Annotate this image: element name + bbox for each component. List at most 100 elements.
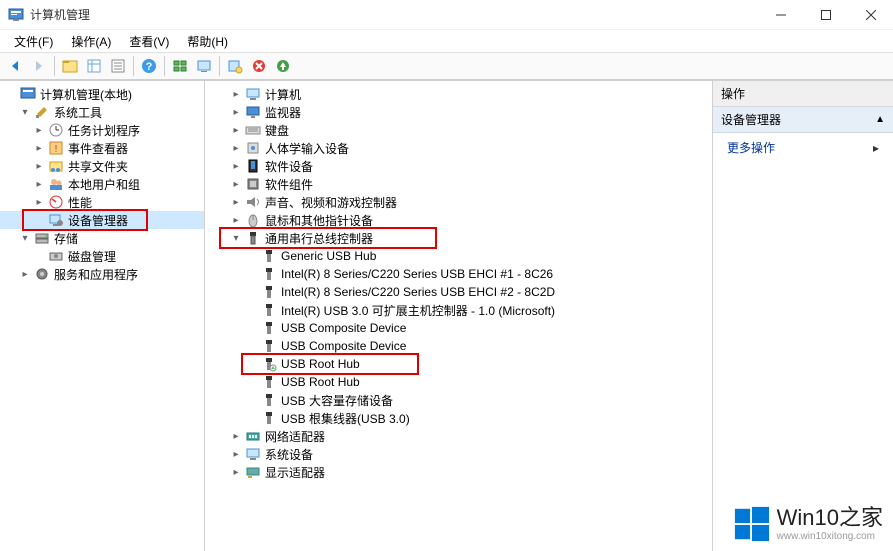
device-tree-pane[interactable]: ▸ 计算机 ▸监视器 ▸键盘 ▸人体学输入设备 ▸软件设备 ▸软件组件 ▸声音、视… bbox=[205, 81, 713, 551]
chevron-right-icon[interactable]: ▸ bbox=[32, 141, 46, 155]
mouse-icon bbox=[245, 212, 261, 228]
chevron-right-icon[interactable]: ▸ bbox=[229, 159, 243, 173]
tree-services[interactable]: ▸ 服务和应用程序 bbox=[0, 265, 204, 283]
dev-software[interactable]: ▸软件设备 bbox=[205, 157, 712, 175]
usb-root-hub-2[interactable]: USB Root Hub bbox=[205, 373, 712, 391]
tree-performance[interactable]: ▸ 性能 bbox=[0, 193, 204, 211]
usb-intel-xhci[interactable]: Intel(R) USB 3.0 可扩展主机控制器 - 1.0 (Microso… bbox=[205, 301, 712, 319]
update-button[interactable] bbox=[272, 55, 294, 77]
chevron-down-icon[interactable] bbox=[4, 87, 18, 101]
up-button[interactable] bbox=[59, 55, 81, 77]
tree-services-label: 服务和应用程序 bbox=[54, 266, 138, 283]
chevron-right-icon[interactable]: ▸ bbox=[229, 105, 243, 119]
tree-device-manager[interactable]: 设备管理器 bbox=[0, 211, 204, 229]
hid-icon bbox=[245, 140, 261, 156]
actions-more[interactable]: 更多操作 ▸ bbox=[713, 133, 893, 162]
close-button[interactable] bbox=[848, 0, 893, 30]
tree-system-tools-label: 系统工具 bbox=[54, 104, 102, 121]
dev-label: 系统设备 bbox=[265, 446, 313, 463]
chevron-right-icon[interactable]: ▸ bbox=[229, 447, 243, 461]
chevron-right-icon[interactable]: ▸ bbox=[18, 267, 32, 281]
maximize-button[interactable] bbox=[803, 0, 848, 30]
tree-disk-management-label: 磁盘管理 bbox=[68, 248, 116, 265]
chevron-down-icon[interactable]: ▾ bbox=[18, 231, 32, 245]
tree-disk-management[interactable]: 磁盘管理 bbox=[0, 247, 204, 265]
tree-system-tools[interactable]: ▾ 系统工具 bbox=[0, 103, 204, 121]
minimize-button[interactable] bbox=[758, 0, 803, 30]
tree-local-users[interactable]: ▸ 本地用户和组 bbox=[0, 175, 204, 193]
dev-system[interactable]: ▸ 系统设备 bbox=[205, 445, 712, 463]
chevron-right-icon[interactable]: ▸ bbox=[32, 195, 46, 209]
dev-display[interactable]: ▸显示适配器 bbox=[205, 463, 712, 481]
title-bar: 计算机管理 bbox=[0, 0, 893, 30]
toolbar-separator bbox=[219, 56, 220, 76]
performance-icon bbox=[48, 194, 64, 210]
tree-task-scheduler[interactable]: ▸ 任务计划程序 bbox=[0, 121, 204, 139]
usb-icon bbox=[261, 338, 277, 354]
dev-monitor[interactable]: ▸监视器 bbox=[205, 103, 712, 121]
tree-shared-folders[interactable]: ▸ 共享文件夹 bbox=[0, 157, 204, 175]
chevron-right-icon[interactable]: ▸ bbox=[32, 177, 46, 191]
usb-root-hub-1[interactable]: USB Root Hub bbox=[205, 355, 712, 373]
tree-storage[interactable]: ▾ 存储 bbox=[0, 229, 204, 247]
keyboard-icon bbox=[245, 122, 261, 138]
chevron-right-icon[interactable]: ▸ bbox=[229, 87, 243, 101]
chevron-right-icon[interactable]: ▸ bbox=[229, 213, 243, 227]
tree-local-users-label: 本地用户和组 bbox=[68, 176, 140, 193]
help-button[interactable]: ? bbox=[138, 55, 160, 77]
chevron-down-icon[interactable]: ▾ bbox=[18, 105, 32, 119]
dev-network[interactable]: ▸网络适配器 bbox=[205, 427, 712, 445]
usb-composite-1[interactable]: USB Composite Device bbox=[205, 319, 712, 337]
chevron-right-icon[interactable]: ▸ bbox=[229, 123, 243, 137]
dev-label: 计算机 bbox=[265, 86, 301, 103]
software-icon bbox=[245, 158, 261, 174]
dev-usb-controllers[interactable]: ▾ 通用串行总线控制器 bbox=[205, 229, 712, 247]
uninstall-button[interactable] bbox=[248, 55, 270, 77]
props-button[interactable] bbox=[107, 55, 129, 77]
menu-action[interactable]: 操作(A) bbox=[63, 31, 119, 52]
usb-generic-hub[interactable]: Generic USB Hub bbox=[205, 247, 712, 265]
menu-help[interactable]: 帮助(H) bbox=[179, 31, 236, 52]
chevron-down-icon[interactable]: ▾ bbox=[229, 231, 243, 245]
chevron-right-icon[interactable]: ▸ bbox=[229, 177, 243, 191]
tile-button[interactable] bbox=[169, 55, 191, 77]
back-button[interactable] bbox=[4, 55, 26, 77]
chevron-right-icon[interactable]: ▸ bbox=[229, 141, 243, 155]
dev-computer[interactable]: ▸ 计算机 bbox=[205, 85, 712, 103]
usb-icon bbox=[261, 248, 277, 264]
dev-mouse[interactable]: ▸鼠标和其他指针设备 bbox=[205, 211, 712, 229]
chevron-right-icon[interactable]: ▸ bbox=[229, 465, 243, 479]
usb-intel-ehci2[interactable]: Intel(R) 8 Series/C220 Series USB EHCI #… bbox=[205, 283, 712, 301]
network-icon bbox=[245, 428, 261, 444]
show-button[interactable] bbox=[193, 55, 215, 77]
scan-button[interactable] bbox=[224, 55, 246, 77]
usb-root-hub-30[interactable]: USB 根集线器(USB 3.0) bbox=[205, 409, 712, 427]
tree-storage-label: 存储 bbox=[54, 230, 78, 247]
chevron-right-icon[interactable]: ▸ bbox=[32, 159, 46, 173]
tree-root[interactable]: 计算机管理(本地) bbox=[0, 85, 204, 103]
tree-performance-label: 性能 bbox=[68, 194, 92, 211]
dev-label: Intel(R) USB 3.0 可扩展主机控制器 - 1.0 (Microso… bbox=[281, 302, 555, 319]
usb-mass-storage[interactable]: USB 大容量存储设备 bbox=[205, 391, 712, 409]
left-tree-pane[interactable]: 计算机管理(本地) ▾ 系统工具 ▸ 任务计划程序 ▸ ! 事件查看器 ▸ 共享… bbox=[0, 81, 205, 551]
actions-header: 操作 bbox=[713, 81, 893, 107]
chevron-right-icon[interactable]: ▸ bbox=[229, 429, 243, 443]
toolbar-separator bbox=[54, 56, 55, 76]
dev-sound[interactable]: ▸声音、视频和游戏控制器 bbox=[205, 193, 712, 211]
tree-button[interactable] bbox=[83, 55, 105, 77]
dev-components[interactable]: ▸软件组件 bbox=[205, 175, 712, 193]
forward-button[interactable] bbox=[28, 55, 50, 77]
collapse-icon[interactable]: ▲ bbox=[875, 114, 885, 125]
usb-intel-ehci1[interactable]: Intel(R) 8 Series/C220 Series USB EHCI #… bbox=[205, 265, 712, 283]
dev-label: USB 大容量存储设备 bbox=[281, 392, 393, 409]
menu-file[interactable]: 文件(F) bbox=[6, 31, 61, 52]
dev-keyboard[interactable]: ▸键盘 bbox=[205, 121, 712, 139]
menu-view[interactable]: 查看(V) bbox=[121, 31, 177, 52]
tree-event-viewer[interactable]: ▸ ! 事件查看器 bbox=[0, 139, 204, 157]
usb-composite-2[interactable]: USB Composite Device bbox=[205, 337, 712, 355]
chevron-right-icon[interactable]: ▸ bbox=[32, 123, 46, 137]
dev-hid[interactable]: ▸人体学输入设备 bbox=[205, 139, 712, 157]
window-title: 计算机管理 bbox=[30, 6, 90, 23]
chevron-right-icon[interactable]: ▸ bbox=[229, 195, 243, 209]
actions-subheader[interactable]: 设备管理器 ▲ bbox=[713, 107, 893, 133]
